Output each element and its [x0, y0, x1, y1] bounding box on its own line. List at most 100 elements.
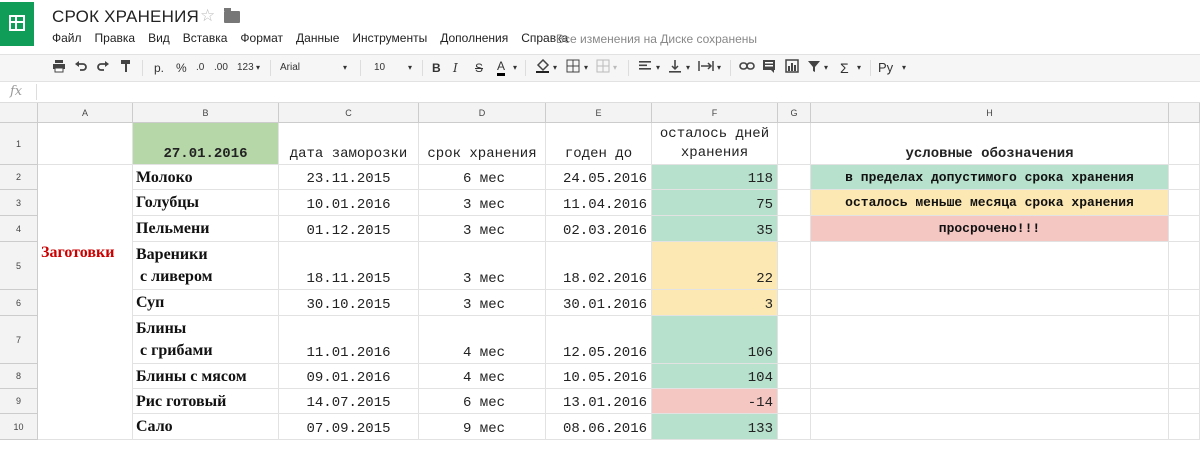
group-label-cell[interactable]: Заготовки: [38, 165, 133, 440]
row-header-2[interactable]: 2: [0, 165, 38, 190]
bold-button[interactable]: B: [432, 59, 441, 77]
chevron-down-icon[interactable]: ▾: [553, 59, 557, 77]
empty-cell[interactable]: [778, 290, 811, 316]
cell-g1[interactable]: [778, 123, 811, 165]
empty-cell[interactable]: [1169, 165, 1200, 190]
row-header-9[interactable]: 9: [0, 389, 38, 414]
increase-decimal-button[interactable]: .00: [214, 59, 228, 77]
empty-cell[interactable]: [1169, 123, 1200, 165]
row-header-8[interactable]: 8: [0, 364, 38, 389]
shelf-life-cell[interactable]: 6 мес: [419, 389, 546, 414]
days-left-cell[interactable]: 75: [652, 190, 778, 216]
menu-file[interactable]: Файл: [52, 31, 82, 45]
valid-until-cell[interactable]: 02.03.2016: [546, 216, 652, 242]
menu-view[interactable]: Вид: [148, 31, 170, 45]
more-formats-button[interactable]: 123: [237, 59, 254, 77]
legend-soon-cell[interactable]: осталось меньше месяца срока хранения: [811, 190, 1169, 216]
document-title[interactable]: СРОК ХРАНЕНИЯ: [52, 7, 199, 27]
shelf-life-cell[interactable]: 3 мес: [419, 290, 546, 316]
freeze-date-cell[interactable]: 09.01.2016: [279, 364, 419, 389]
freeze-date-cell[interactable]: 14.07.2015: [279, 389, 419, 414]
shelf-life-header[interactable]: срок хранения: [419, 123, 546, 165]
product-name-cell[interactable]: Суп: [133, 290, 279, 316]
empty-cell[interactable]: [811, 316, 1169, 364]
menu-addons[interactable]: Дополнения: [440, 31, 508, 45]
formula-input[interactable]: [42, 84, 1192, 100]
row-header-7[interactable]: 7: [0, 316, 38, 364]
product-name-cell[interactable]: Блины с мясом: [133, 364, 279, 389]
empty-cell[interactable]: [778, 216, 811, 242]
empty-cell[interactable]: [778, 316, 811, 364]
product-name-cell[interactable]: Рис готовый: [133, 389, 279, 414]
empty-cell[interactable]: [778, 242, 811, 290]
product-name-cell[interactable]: Голубцы: [133, 190, 279, 216]
empty-cell[interactable]: [1169, 242, 1200, 290]
shelf-life-cell[interactable]: 3 мес: [419, 216, 546, 242]
save-status[interactable]: Все изменения на Диске сохранены: [556, 32, 757, 46]
chevron-down-icon[interactable]: ▾: [686, 59, 690, 77]
chevron-down-icon[interactable]: ▾: [613, 59, 617, 77]
menu-data[interactable]: Данные: [296, 31, 339, 45]
folder-icon[interactable]: [224, 8, 240, 23]
print-icon[interactable]: [52, 59, 66, 77]
input-tools-button[interactable]: Ру: [878, 59, 893, 77]
text-wrap-icon[interactable]: [698, 59, 714, 77]
row-header-4[interactable]: 4: [0, 216, 38, 242]
empty-cell[interactable]: [778, 165, 811, 190]
valid-until-cell[interactable]: 18.02.2016: [546, 242, 652, 290]
currency-format-button[interactable]: р.: [154, 59, 164, 77]
column-header-b[interactable]: B: [133, 103, 279, 123]
legend-ok-cell[interactable]: в пределах допустимого срока хранения: [811, 165, 1169, 190]
fill-color-icon[interactable]: [535, 58, 551, 77]
freeze-date-cell[interactable]: 30.10.2015: [279, 290, 419, 316]
column-header-a[interactable]: A: [38, 103, 133, 123]
chevron-down-icon[interactable]: ▾: [902, 59, 906, 77]
text-color-button[interactable]: A: [497, 59, 506, 76]
sheets-logo-icon[interactable]: [0, 2, 34, 46]
filter-icon[interactable]: [807, 59, 821, 77]
row-header-6[interactable]: 6: [0, 290, 38, 316]
days-left-cell[interactable]: 133: [652, 414, 778, 440]
valid-until-cell[interactable]: 11.04.2016: [546, 190, 652, 216]
empty-cell[interactable]: [1169, 364, 1200, 389]
comment-icon[interactable]: [762, 59, 776, 77]
empty-cell[interactable]: [811, 290, 1169, 316]
valid-until-cell[interactable]: 30.01.2016: [546, 290, 652, 316]
row-header-1[interactable]: 1: [0, 123, 38, 165]
column-header-h[interactable]: H: [811, 103, 1169, 123]
empty-cell[interactable]: [778, 389, 811, 414]
valid-until-cell[interactable]: 12.05.2016: [546, 316, 652, 364]
freeze-date-header[interactable]: дата заморозки: [279, 123, 419, 165]
valid-until-cell[interactable]: 10.05.2016: [546, 364, 652, 389]
column-header-e[interactable]: E: [546, 103, 652, 123]
shelf-life-cell[interactable]: 6 мес: [419, 165, 546, 190]
product-name-cell[interactable]: Молоко: [133, 165, 279, 190]
date-header-cell[interactable]: 27.01.2016: [133, 123, 279, 165]
freeze-date-cell[interactable]: 11.01.2016: [279, 316, 419, 364]
strikethrough-button[interactable]: S: [475, 59, 483, 77]
empty-cell[interactable]: [811, 414, 1169, 440]
row-header-3[interactable]: 3: [0, 190, 38, 216]
valid-until-cell[interactable]: 24.05.2016: [546, 165, 652, 190]
legend-expired-cell[interactable]: просрочено!!!: [811, 216, 1169, 242]
freeze-date-cell[interactable]: 07.09.2015: [279, 414, 419, 440]
empty-cell[interactable]: [1169, 389, 1200, 414]
row-header-5[interactable]: 5: [0, 242, 38, 290]
empty-cell[interactable]: [811, 389, 1169, 414]
vertical-align-icon[interactable]: [668, 59, 682, 77]
shelf-life-cell[interactable]: 3 мес: [419, 190, 546, 216]
column-header-d[interactable]: D: [419, 103, 546, 123]
days-left-header[interactable]: осталось дней хранения: [652, 123, 778, 165]
menu-edit[interactable]: Правка: [95, 31, 136, 45]
freeze-date-cell[interactable]: 10.01.2016: [279, 190, 419, 216]
empty-cell[interactable]: [1169, 290, 1200, 316]
empty-cell[interactable]: [1169, 216, 1200, 242]
align-left-icon[interactable]: [638, 59, 652, 77]
days-left-cell[interactable]: 118: [652, 165, 778, 190]
days-left-cell[interactable]: -14: [652, 389, 778, 414]
chevron-down-icon[interactable]: ▾: [824, 59, 828, 77]
days-left-cell[interactable]: 3: [652, 290, 778, 316]
shelf-life-cell[interactable]: 4 мес: [419, 316, 546, 364]
valid-until-cell[interactable]: 13.01.2016: [546, 389, 652, 414]
empty-cell[interactable]: [778, 364, 811, 389]
